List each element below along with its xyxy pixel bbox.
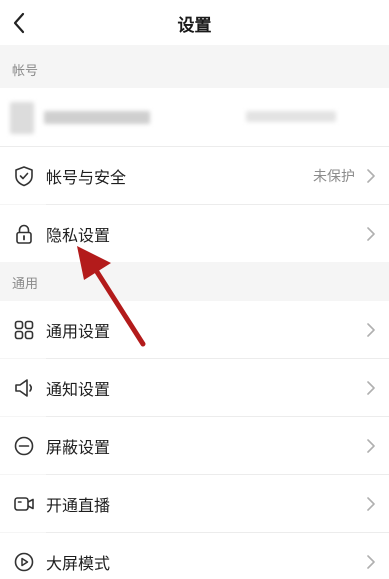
grid-icon [14, 320, 34, 340]
avatar [10, 102, 34, 134]
play-circle-icon [14, 552, 34, 572]
chevron-right-icon [367, 323, 375, 337]
account-profile-row[interactable] [0, 88, 389, 146]
section-header-general: 通用 [0, 262, 389, 301]
chevron-right-icon [367, 227, 375, 241]
settings-row-general[interactable]: 通用设置 [0, 301, 389, 358]
row-label: 通用设置 [46, 322, 111, 341]
chevron-right-icon [367, 169, 375, 183]
chevron-right-icon [367, 439, 375, 453]
row-label: 通知设置 [46, 380, 111, 399]
row-label: 开通直播 [46, 496, 111, 515]
settings-row-big-screen[interactable]: 大屏模式 [0, 533, 389, 579]
settings-row-notifications[interactable]: 通知设置 [0, 359, 389, 416]
chevron-right-icon [367, 381, 375, 395]
row-label: 隐私设置 [46, 226, 111, 245]
settings-row-account-security[interactable]: 帐号与安全 未保护 [0, 147, 389, 204]
chevron-right-icon [367, 555, 375, 569]
row-label: 屏蔽设置 [46, 438, 111, 457]
minus-circle-icon [14, 436, 34, 456]
page-title: 设置 [177, 16, 212, 36]
lock-icon [16, 224, 32, 244]
settings-row-block[interactable]: 屏蔽设置 [0, 417, 389, 474]
protection-status: 未保护 [313, 169, 355, 185]
section-label: 通用 [12, 277, 39, 292]
settings-row-privacy[interactable]: 隐私设置 [0, 205, 389, 262]
section-label: 帐号 [12, 64, 39, 79]
section-header-account: 帐号 [0, 45, 389, 88]
shield-check-icon [15, 166, 33, 187]
settings-row-live[interactable]: 开通直播 [0, 475, 389, 532]
username-redacted [44, 111, 150, 124]
top-bar: 设置 [0, 0, 389, 45]
row-label: 大屏模式 [46, 554, 111, 573]
speaker-icon [15, 379, 33, 397]
video-camera-icon [14, 497, 34, 511]
account-id-redacted [246, 111, 336, 122]
chevron-right-icon [367, 497, 375, 511]
row-label: 帐号与安全 [46, 168, 127, 187]
